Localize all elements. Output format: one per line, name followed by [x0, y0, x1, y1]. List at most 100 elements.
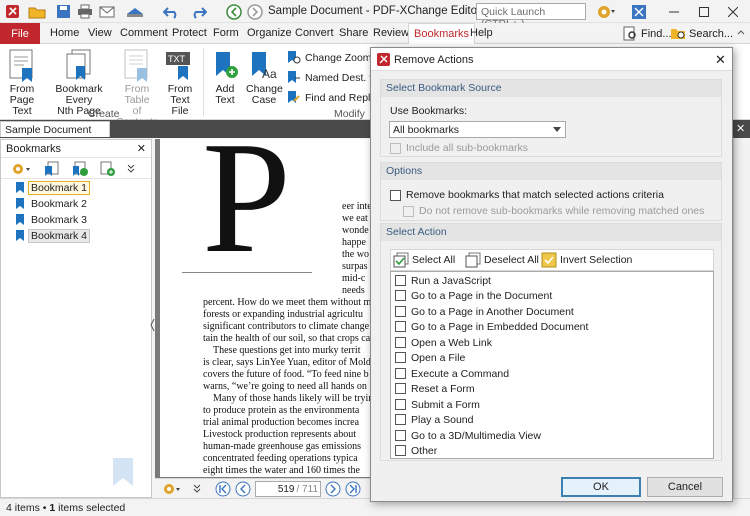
new-bookmark-icon[interactable] — [43, 161, 61, 177]
menu-view[interactable]: View — [88, 23, 112, 44]
action-item[interactable]: Go to a Page in Another Document — [395, 304, 574, 319]
scan-icon[interactable] — [125, 3, 145, 20]
menu-home[interactable]: Home — [50, 23, 79, 44]
remove-match-checkbox[interactable] — [390, 189, 401, 201]
new-child-bookmark-icon[interactable] — [71, 161, 89, 177]
menu-protect[interactable]: Protect — [172, 23, 207, 44]
ribbon-collapse-icon[interactable] — [737, 29, 745, 37]
dialog-close-icon[interactable]: ✕ — [715, 52, 726, 68]
search-button[interactable]: Search... — [670, 26, 733, 41]
action-checkbox[interactable] — [395, 399, 406, 410]
file-menu[interactable]: File — [0, 23, 40, 44]
action-checkbox[interactable] — [395, 321, 406, 332]
undo-icon[interactable] — [163, 3, 179, 20]
action-item[interactable]: Go to a Page in the Document — [395, 288, 552, 303]
prev-page-icon[interactable] — [235, 481, 251, 497]
action-checkbox[interactable] — [395, 414, 406, 425]
include-sub-checkbox[interactable] — [390, 142, 401, 154]
action-item[interactable]: Other — [395, 443, 437, 458]
next-page-icon[interactable] — [325, 481, 341, 497]
menu-bookmarks[interactable]: Bookmarks — [408, 23, 476, 45]
change-case-button[interactable]: Aa Change Case — [246, 48, 283, 106]
panel-splitter-icon[interactable] — [150, 318, 155, 332]
print-icon[interactable] — [77, 3, 93, 20]
action-checkbox[interactable] — [395, 430, 406, 441]
use-bookmarks-select[interactable]: All bookmarks — [389, 121, 566, 138]
invert-selection-button[interactable]: Invert Selection — [541, 252, 632, 268]
document-tab[interactable]: Sample Document — [0, 121, 110, 137]
settings-icon[interactable] — [596, 3, 616, 20]
action-checkbox[interactable] — [395, 352, 406, 363]
menu-convert[interactable]: Convert — [295, 23, 334, 44]
panel-close-icon[interactable]: ✕ — [137, 142, 146, 155]
menu-organize[interactable]: Organize — [247, 23, 292, 44]
find-label: Find... — [641, 27, 672, 40]
action-item[interactable]: Go to a Page in Embedded Document — [395, 319, 588, 334]
from-page-text-button[interactable]: From Page Text — [2, 48, 42, 117]
fullscreen-icon[interactable] — [631, 3, 647, 20]
menu-share[interactable]: Share — [339, 23, 368, 44]
action-checkbox[interactable] — [395, 445, 406, 456]
open-folder-icon[interactable] — [28, 3, 46, 20]
first-page-icon[interactable] — [215, 481, 231, 497]
change-zoom-button[interactable]: Change Zoom — [286, 50, 372, 65]
save-icon[interactable] — [56, 3, 71, 20]
action-checkbox[interactable] — [395, 337, 406, 348]
quick-launch-input[interactable]: Quick Launch (CTRL+.) — [476, 3, 586, 30]
action-checkbox[interactable] — [395, 368, 406, 379]
action-checkbox[interactable] — [395, 306, 406, 317]
close-tab-icon[interactable]: ✕ — [736, 122, 745, 135]
bookmark-options-icon[interactable] — [11, 161, 33, 177]
action-label: Other — [411, 444, 438, 457]
action-item[interactable]: Go to a 3D/Multimedia View — [395, 428, 541, 443]
bookmark-add-green-icon[interactable] — [99, 161, 117, 177]
bookmark-item[interactable]: Bookmark 2 — [15, 196, 90, 211]
action-item[interactable]: Open a Web Link — [395, 335, 492, 350]
bookmark-item[interactable]: Bookmark 1 — [15, 180, 91, 195]
action-item[interactable]: Reset a Form — [395, 381, 475, 396]
action-item[interactable]: Play a Sound — [395, 412, 473, 427]
back-icon[interactable] — [226, 3, 242, 20]
action-item[interactable]: Execute a Command — [395, 366, 509, 381]
maximize-icon[interactable] — [689, 0, 719, 23]
action-item[interactable]: Open a File — [395, 350, 465, 365]
include-sub-bookmarks[interactable]: Include all sub-bookmarks — [390, 142, 528, 154]
menu-comment[interactable]: Comment — [120, 23, 168, 44]
remove-match-option[interactable]: Remove bookmarks that match selected act… — [390, 189, 664, 201]
nav-settings-icon[interactable] — [163, 482, 183, 496]
cancel-button[interactable]: Cancel — [647, 477, 723, 497]
new-tab-icon[interactable]: + — [96, 122, 104, 136]
action-checkbox[interactable] — [395, 275, 406, 286]
last-page-icon[interactable] — [345, 481, 361, 497]
more-chevron-icon[interactable] — [127, 164, 135, 174]
close-icon[interactable] — [718, 0, 748, 23]
menu-form[interactable]: Form — [213, 23, 239, 44]
bookmark-item[interactable]: Bookmark 3 — [15, 212, 90, 227]
title-bar: Sample Document - PDF-XChange Editor Qui… — [0, 0, 750, 30]
ok-button[interactable]: OK — [561, 477, 641, 497]
add-text-button[interactable]: Add Text — [208, 48, 242, 106]
bookmark-every-nth-button[interactable]: Bookmark Every Nth Page — [46, 48, 112, 117]
forward-icon[interactable] — [247, 3, 263, 20]
bookmark-item[interactable]: Bookmark 4 — [15, 228, 91, 243]
no-remove-sub-checkbox[interactable] — [403, 205, 414, 217]
menu-help[interactable]: Help — [470, 23, 493, 44]
zoom-bookmark-icon — [288, 51, 301, 64]
redo-icon[interactable] — [191, 3, 207, 20]
menu-review[interactable]: Review — [373, 23, 409, 44]
select-all-button[interactable]: Select All — [393, 252, 455, 268]
action-checkbox[interactable] — [395, 383, 406, 394]
search-folder-icon — [671, 29, 685, 39]
action-item[interactable]: Run a JavaScript — [395, 273, 491, 288]
page-number-field[interactable]: 519 / 711 — [255, 481, 321, 497]
from-text-file-button[interactable]: TXT From Text File — [162, 48, 198, 117]
no-remove-sub-option[interactable]: Do not remove sub-bookmarks while removi… — [403, 205, 704, 217]
find-button[interactable]: Find... — [622, 26, 672, 41]
action-checkbox[interactable] — [395, 290, 406, 301]
action-label: Open a File — [411, 351, 466, 364]
nav-more-icon[interactable] — [193, 484, 201, 494]
deselect-all-button[interactable]: Deselect All — [465, 252, 539, 268]
email-icon[interactable] — [99, 3, 115, 20]
minimize-icon[interactable] — [659, 0, 689, 23]
action-item[interactable]: Submit a Form — [395, 397, 480, 412]
